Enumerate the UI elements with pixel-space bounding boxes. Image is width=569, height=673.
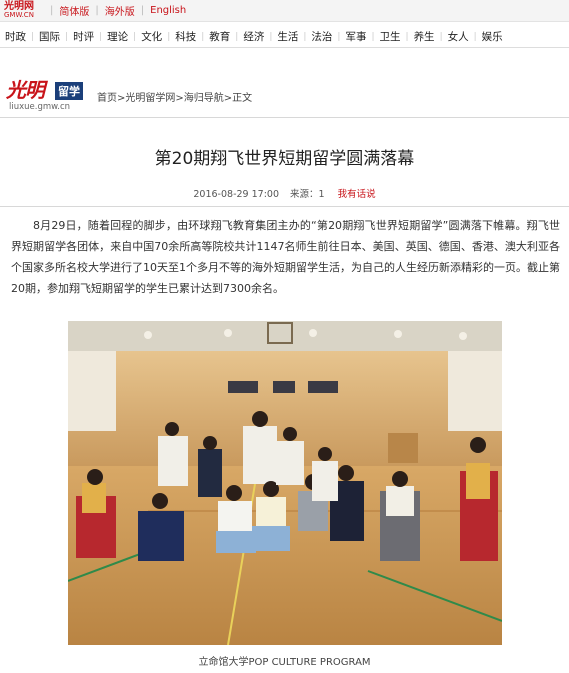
comment-link[interactable]: 我有话说 <box>338 189 376 200</box>
mini-logo-sub: GMW.CN <box>4 10 34 19</box>
lang-link-simplified[interactable]: 简体版 <box>59 3 89 18</box>
divider: | <box>95 5 99 16</box>
nav-item-education[interactable]: 教育 <box>204 29 235 44</box>
nav-item-women[interactable]: 女人 <box>443 29 474 44</box>
guangming-logo[interactable]: 光明 <box>6 74 45 103</box>
meta-divider <box>0 206 569 207</box>
photo-caption: 立命馆大学POP CULTURE PROGRAM <box>198 657 371 668</box>
nav-item-tech[interactable]: 科技 <box>170 29 201 44</box>
divider: | <box>50 5 54 16</box>
nav-item-military[interactable]: 军事 <box>340 29 371 44</box>
article-body: 8月29日，随着回程的脚步，由环球翔飞教育集团主办的“第20期翔飞世界短期留学”… <box>11 219 560 295</box>
nav-item-economy[interactable]: 经济 <box>238 29 269 44</box>
nav-item-politics[interactable]: 时政 <box>0 29 31 44</box>
nav-item-international[interactable]: 国际 <box>34 29 65 44</box>
channel-nav: 时政 | 国际 | 时评 | 理论 | 文化 | 科技 | 教育 | 经济 | 生活 | 法治 | … <box>0 26 569 48</box>
nav-item-theory[interactable]: 理论 <box>102 29 133 44</box>
nav-item-commentary[interactable]: 时评 <box>68 29 99 44</box>
nav-item-law[interactable]: 法治 <box>306 29 337 44</box>
lang-link-english[interactable]: English <box>150 5 186 16</box>
top-bar: 光明网 GMW.CN | 简体版 | 海外版 | English <box>0 0 569 22</box>
site-url: liuxue.gmw.cn <box>9 102 71 112</box>
nav-item-life[interactable]: 生活 <box>272 29 303 44</box>
header-divider <box>0 117 569 118</box>
breadcrumb[interactable]: 首页>光明留学网>海归导航>正文 <box>97 89 252 104</box>
nav-item-wellness[interactable]: 养生 <box>409 29 440 44</box>
source-label: 来源：1 <box>290 189 325 200</box>
article-title: 第20期翔飞世界短期留学圆满落幕 <box>154 149 415 169</box>
mini-logo-text: 光明网 <box>4 0 34 12</box>
publish-date: 2016-08-29 17:00 <box>193 189 279 200</box>
nav-item-entertainment[interactable]: 娱乐 <box>477 29 508 44</box>
site-header: 光明 留学 liuxue.gmw.cn 首页>光明留学网>海归导航>正文 <box>0 48 569 114</box>
group-photo <box>68 321 502 645</box>
liuxue-badge[interactable]: 留学 <box>55 82 83 100</box>
nav-item-health[interactable]: 卫生 <box>375 29 406 44</box>
lang-link-overseas[interactable]: 海外版 <box>105 3 135 18</box>
article-meta: 2016-08-29 17:00 来源：1 我有话说 <box>0 186 569 200</box>
nav-item-culture[interactable]: 文化 <box>136 29 167 44</box>
gmw-mini-logo[interactable]: 光明网 GMW.CN <box>4 0 44 20</box>
divider: | <box>140 5 145 16</box>
